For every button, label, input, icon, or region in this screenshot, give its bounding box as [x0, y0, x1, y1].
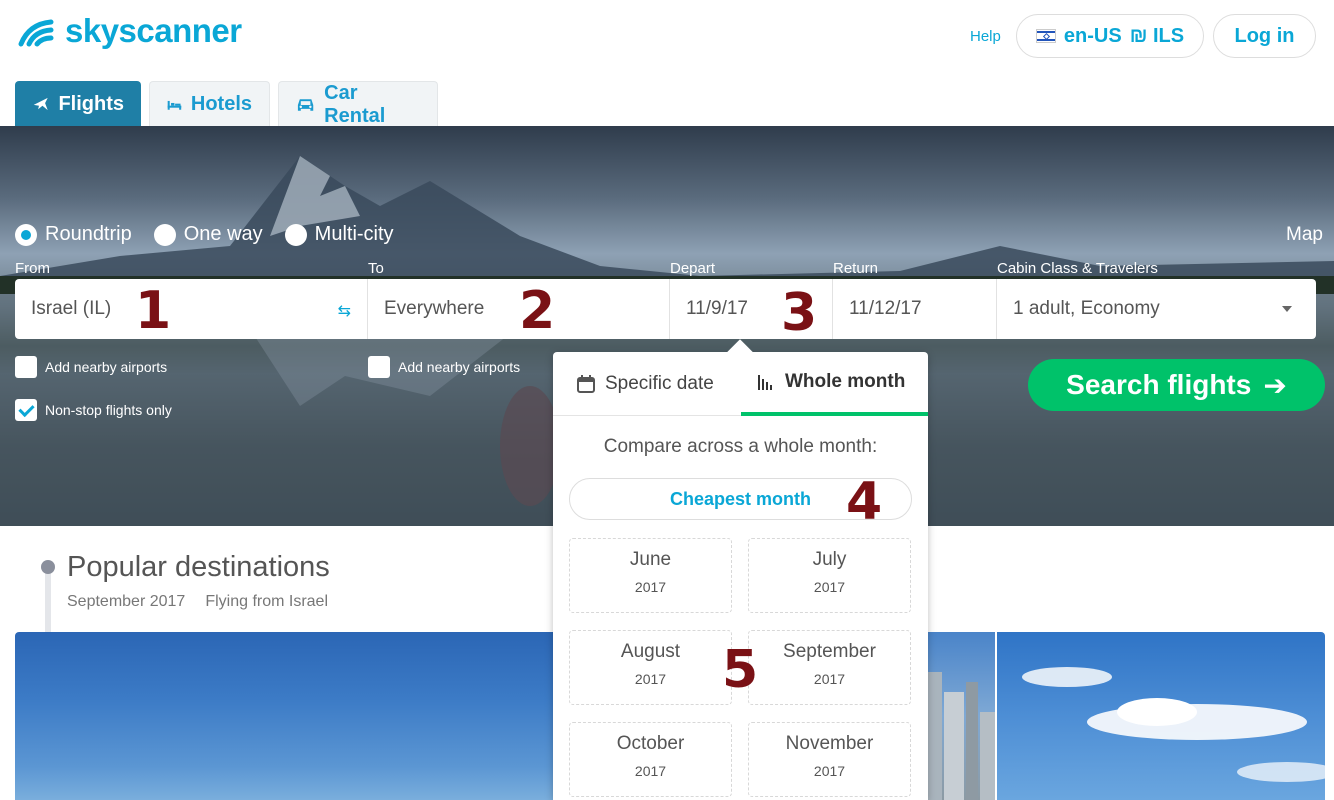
locale-currency: ₪ ILS	[1129, 24, 1185, 47]
radio-multi-city[interactable]: Multi-city	[284, 223, 394, 246]
compare-text: Compare across a whole month:	[603, 436, 878, 457]
nonstop-label: Non-stop flights only	[45, 402, 172, 418]
bed-icon	[167, 100, 182, 110]
to-label: To	[368, 260, 384, 277]
popular-month: September 2017	[67, 593, 186, 610]
month-name: June	[629, 549, 672, 570]
tab-specific-date[interactable]: Specific date	[577, 352, 714, 416]
tab-flights-label: Flights	[58, 92, 124, 115]
depart-label: Depart	[670, 260, 716, 277]
from-field[interactable]: Israel (IL) ⇆	[15, 279, 368, 339]
month-year: 2017	[634, 579, 667, 595]
tab-specific-date-label: Specific date	[605, 373, 714, 394]
search-flights-button[interactable]: Search flights ➔	[1028, 359, 1325, 411]
cabin-travelers-select[interactable]: 1 adult, Economy	[997, 279, 1316, 339]
radio-roundtrip-dot[interactable]	[15, 223, 37, 246]
arrow-right-icon: ➔	[1263, 369, 1287, 401]
month-option-july[interactable]: July 2017	[748, 538, 911, 613]
locale-language: en-US	[1063, 24, 1122, 47]
timeline-dot	[41, 560, 55, 574]
destination-image-city[interactable]	[928, 632, 995, 800]
plane-icon	[33, 97, 48, 111]
destination-image-clouds[interactable]	[997, 632, 1334, 800]
nonstop-box[interactable]	[15, 399, 37, 421]
return-field[interactable]: 11/12/17	[833, 279, 997, 339]
annotation-2: 2	[519, 281, 556, 341]
return-value: 11/12/17	[849, 298, 922, 319]
tab-whole-month-label: Whole month	[785, 371, 906, 392]
annotation-5: 5	[722, 640, 759, 700]
cabin-value: 1 adult, Economy	[1013, 298, 1160, 319]
tab-car-rental-label: Car Rental	[324, 81, 386, 127]
annotation-4: 4	[846, 472, 883, 532]
to-value: Everywhere	[384, 298, 485, 319]
tab-hotels-label: Hotels	[190, 93, 252, 115]
bar-chart-icon	[758, 375, 772, 390]
nearby-from-checkbox[interactable]: Add nearby airports	[15, 356, 167, 378]
city-buildings-image	[928, 672, 995, 800]
radio-one-way-dot[interactable]	[153, 223, 176, 246]
nearby-to-box[interactable]	[368, 356, 390, 378]
radio-one-way-label: One way	[183, 223, 263, 245]
month-name: August	[620, 641, 681, 662]
nearby-from-box[interactable]	[15, 356, 37, 378]
month-option-october[interactable]: October 2017	[569, 722, 732, 797]
destination-image-sky[interactable]	[15, 632, 555, 800]
tab-hotels[interactable]: Hotels	[149, 81, 270, 127]
radio-roundtrip-label: Roundtrip	[45, 223, 132, 245]
month-year: 2017	[813, 763, 846, 779]
month-option-june[interactable]: June 2017	[569, 538, 732, 613]
month-option-november[interactable]: November 2017	[748, 722, 911, 797]
trip-type-group: Roundtrip One way Multi-city	[15, 223, 394, 246]
nearby-from-label: Add nearby airports	[45, 359, 168, 375]
month-option-september[interactable]: September 2017	[748, 630, 911, 705]
sunrise-logo-icon	[18, 19, 54, 47]
calendar-icon	[577, 375, 595, 393]
month-option-august[interactable]: August 2017	[569, 630, 732, 705]
month-year: 2017	[634, 671, 667, 687]
help-link[interactable]: Help	[970, 28, 1001, 45]
popular-flying-from: Flying from Israel	[205, 593, 329, 610]
radio-roundtrip[interactable]: Roundtrip	[15, 223, 132, 246]
locale-button[interactable]: en-US ₪ ILS	[1016, 14, 1204, 58]
chevron-down-icon	[1282, 306, 1292, 312]
depart-value: 11/9/17	[686, 298, 748, 319]
date-picker-popup: Specific date Whole month Compare across…	[553, 352, 928, 800]
month-name: November	[785, 733, 874, 754]
map-link[interactable]: Map	[1286, 224, 1323, 246]
nonstop-checkbox[interactable]: Non-stop flights only	[15, 399, 172, 421]
nearby-to-label: Add nearby airports	[398, 359, 521, 375]
car-icon	[297, 98, 314, 111]
month-year: 2017	[813, 579, 846, 595]
month-year: 2017	[813, 671, 846, 687]
search-flights-label: Search flights	[1066, 369, 1252, 400]
nearby-to-checkbox[interactable]: Add nearby airports	[368, 356, 520, 378]
month-name: July	[812, 549, 847, 570]
from-value: Israel (IL)	[31, 298, 112, 319]
tab-divider	[553, 415, 741, 416]
clouds-image	[1022, 667, 1334, 782]
from-label: From	[15, 260, 50, 277]
login-button[interactable]: Log in	[1213, 14, 1316, 58]
logo-text: skyscanner	[65, 12, 242, 49]
radio-one-way[interactable]: One way	[153, 223, 263, 246]
skyscanner-logo[interactable]: skyscanner	[15, 12, 242, 50]
tab-flights[interactable]: Flights	[15, 81, 141, 127]
tab-whole-month[interactable]: Whole month	[741, 352, 928, 416]
popular-subtitle: September 2017 Flying from Israel	[67, 593, 328, 611]
annotation-1: 1	[135, 281, 172, 341]
swap-icon[interactable]: ⇆	[338, 301, 351, 321]
month-name: October	[616, 733, 685, 754]
radio-multi-city-label: Multi-city	[314, 223, 394, 245]
annotation-3: 3	[781, 283, 818, 343]
month-name: September	[783, 641, 876, 662]
cabin-label: Cabin Class & Travelers	[997, 260, 1158, 277]
tab-car-rental[interactable]: Car Rental	[278, 81, 438, 127]
israel-flag-icon	[1035, 29, 1056, 43]
month-year: 2017	[634, 763, 667, 779]
radio-multi-city-dot[interactable]	[284, 223, 307, 246]
return-label: Return	[833, 260, 879, 277]
popular-destinations-title: Popular destinations	[67, 551, 330, 583]
